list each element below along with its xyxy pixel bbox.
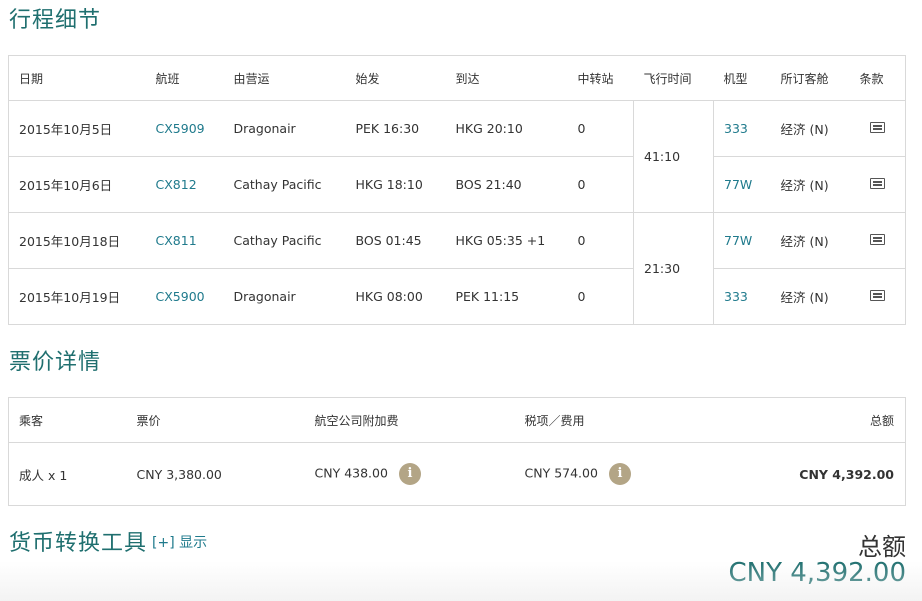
header-flight: 航班	[145, 55, 224, 101]
aircraft-type-link[interactable]: 77W	[724, 177, 752, 192]
header-fare: 票价	[126, 397, 305, 443]
header-passenger: 乘客	[8, 397, 127, 443]
flight-stops: 0	[567, 100, 634, 157]
currency-converter-title: 货币转换工具	[9, 531, 148, 556]
flight-arrive: HKG 05:35 +1	[445, 212, 568, 269]
itinerary-table: 日期 航班 由营运 始发 到达 中转站 飞行时间 机型 所订客舱 条款 2015…	[8, 55, 906, 325]
header-cabin: 所订客舱	[770, 55, 850, 101]
flight-depart: BOS 01:45	[345, 212, 446, 269]
flight-depart: HKG 18:10	[345, 156, 446, 213]
table-row: 成人 x 1 CNY 3,380.00 CNY 438.00 i CNY 574…	[8, 442, 906, 506]
flight-depart: HKG 08:00	[345, 268, 446, 325]
flight-number-link[interactable]: CX812	[156, 177, 197, 192]
tax-value: CNY 574.00	[524, 465, 598, 481]
header-duration: 飞行时间	[633, 55, 714, 101]
info-icon[interactable]: i	[398, 463, 421, 485]
header-terms: 条款	[849, 55, 906, 101]
fare-table: 乘客 票价 航空公司附加费 税项／费用 总额 成人 x 1 CNY 3,380.…	[8, 397, 906, 506]
header-operator: 由营运	[223, 55, 346, 101]
flight-date: 2015年10月5日	[8, 100, 146, 157]
flight-number-link[interactable]: CX5909	[156, 121, 205, 136]
header-stops: 中转站	[567, 55, 634, 101]
flight-depart: PEK 16:30	[345, 100, 446, 157]
aircraft-type-link[interactable]: 333	[724, 121, 748, 136]
header-surcharge: 航空公司附加费	[304, 397, 515, 443]
surcharge-value: CNY 438.00	[314, 465, 388, 481]
aircraft-type-link[interactable]: 333	[724, 289, 748, 304]
fare-header-row: 乘客 票价 航空公司附加费 税项／费用 总额	[8, 397, 906, 443]
flight-operator: Dragonair	[223, 100, 346, 157]
flight-operator: Dragonair	[223, 268, 346, 325]
document-icon[interactable]	[869, 234, 885, 245]
header-date: 日期	[8, 55, 146, 101]
base-fare: CNY 3,380.00	[126, 442, 305, 506]
table-row: 2015年10月5日 CX5909 Dragonair PEK 16:30 HK…	[8, 100, 906, 213]
fare-title: 票价详情	[9, 350, 102, 375]
header-tax: 税项／费用	[514, 397, 715, 443]
flight-arrive: PEK 11:15	[445, 268, 568, 325]
flight-stops: 0	[567, 156, 634, 213]
fare-total: CNY 4,392.00	[799, 466, 894, 482]
flight-operator: Cathay Pacific	[223, 156, 346, 213]
table-row: 2015年10月18日 CX811 Cathay Pacific BOS 01:…	[8, 212, 906, 325]
flight-number-link[interactable]: CX811	[156, 233, 197, 248]
flight-date: 2015年10月6日	[8, 156, 146, 213]
passenger-type: 成人 x 1	[8, 442, 127, 506]
table-row: 2015年10月6日 CX812 Cathay Pacific HKG 18:1…	[8, 156, 906, 213]
document-icon[interactable]	[869, 178, 885, 189]
summary-total-amount: CNY 4,392.00	[728, 558, 906, 588]
summary-total-label: 总额	[858, 533, 906, 561]
flight-number-link[interactable]: CX5900	[156, 289, 205, 304]
flight-arrive: HKG 20:10	[445, 100, 568, 157]
header-total: 总额	[714, 397, 906, 443]
flight-cabin: 经济 (N)	[770, 212, 850, 269]
flight-cabin: 经济 (N)	[770, 100, 850, 157]
header-depart: 始发	[345, 55, 446, 101]
flight-operator: Cathay Pacific	[223, 212, 346, 269]
flight-arrive: BOS 21:40	[445, 156, 568, 213]
header-aircraft: 机型	[713, 55, 771, 101]
itinerary-title: 行程细节	[9, 8, 102, 33]
show-converter-toggle[interactable]: [+] 显示	[152, 532, 207, 552]
flight-date: 2015年10月19日	[8, 268, 146, 325]
document-icon[interactable]	[869, 122, 885, 133]
flight-date: 2015年10月18日	[8, 212, 146, 269]
aircraft-type-link[interactable]: 77W	[724, 233, 752, 248]
journey-duration: 41:10	[633, 100, 714, 213]
table-row: 2015年10月19日 CX5900 Dragonair HKG 08:00 P…	[8, 268, 906, 325]
document-icon[interactable]	[869, 290, 885, 301]
flight-stops: 0	[567, 212, 634, 269]
flight-stops: 0	[567, 268, 634, 325]
info-icon[interactable]: i	[608, 463, 631, 485]
flight-cabin: 经济 (N)	[770, 156, 850, 213]
header-arrive: 到达	[445, 55, 568, 101]
journey-duration: 21:30	[633, 212, 714, 325]
flight-cabin: 经济 (N)	[770, 268, 850, 325]
itinerary-header-row: 日期 航班 由营运 始发 到达 中转站 飞行时间 机型 所订客舱 条款	[8, 55, 906, 101]
